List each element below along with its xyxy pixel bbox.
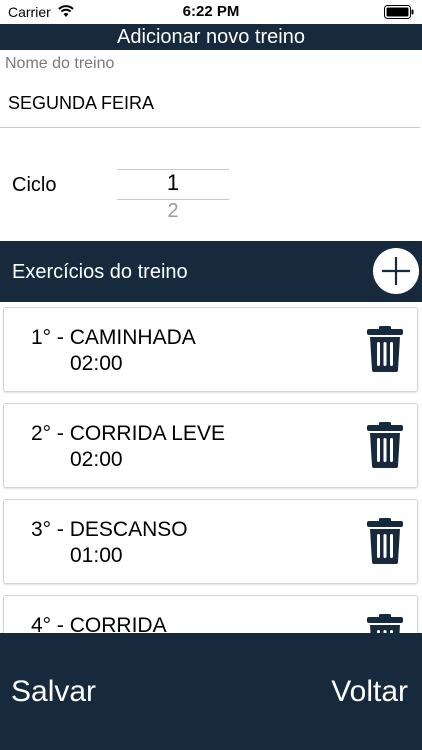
page-title: Adicionar novo treino	[0, 24, 422, 50]
workout-name-label: Nome do treino	[5, 55, 115, 72]
plus-icon	[382, 257, 410, 285]
exercise-name: 3° - DESCANSO	[31, 518, 188, 541]
cycle-picker[interactable]: 1 2	[117, 164, 229, 228]
exercise-duration: 01:00	[70, 544, 123, 567]
exercise-name: 2° - CORRIDA LEVE	[31, 422, 225, 445]
trash-icon[interactable]	[367, 614, 403, 633]
save-button[interactable]: Salvar	[11, 675, 96, 709]
exercise-card[interactable]: 4° - CORRIDA	[3, 595, 418, 633]
cycle-picker-next[interactable]: 2	[117, 200, 229, 223]
bottom-bar: Salvar Voltar	[0, 633, 422, 750]
exercise-name: 1° - CAMINHADA	[31, 326, 196, 349]
trash-icon[interactable]	[367, 422, 403, 468]
exercise-name: 4° - CORRIDA	[31, 614, 167, 633]
cycle-label: Ciclo	[12, 174, 57, 196]
back-button[interactable]: Voltar	[331, 675, 408, 709]
battery-icon	[384, 5, 414, 19]
exercise-card[interactable]: 3° - DESCANSO 01:00	[3, 499, 418, 584]
status-bar: Carrier 6:22 PM	[0, 0, 422, 24]
exercise-duration: 02:00	[70, 352, 123, 375]
exercise-list[interactable]: 1° - CAMINHADA 02:00 2° - CORRIDA LEVE 0…	[0, 302, 422, 633]
cycle-picker-selected[interactable]: 1	[117, 170, 229, 196]
trash-icon[interactable]	[367, 326, 403, 372]
workout-name-input[interactable]	[0, 80, 420, 128]
exercises-title: Exercícios do treino	[12, 261, 188, 283]
trash-icon[interactable]	[367, 518, 403, 564]
exercise-card[interactable]: 2° - CORRIDA LEVE 02:00	[3, 403, 418, 488]
exercise-duration: 02:00	[70, 448, 123, 471]
exercise-card[interactable]: 1° - CAMINHADA 02:00	[3, 307, 418, 392]
add-exercise-button[interactable]	[373, 248, 419, 294]
exercises-header: Exercícios do treino	[0, 241, 422, 302]
status-time: 6:22 PM	[182, 3, 240, 20]
